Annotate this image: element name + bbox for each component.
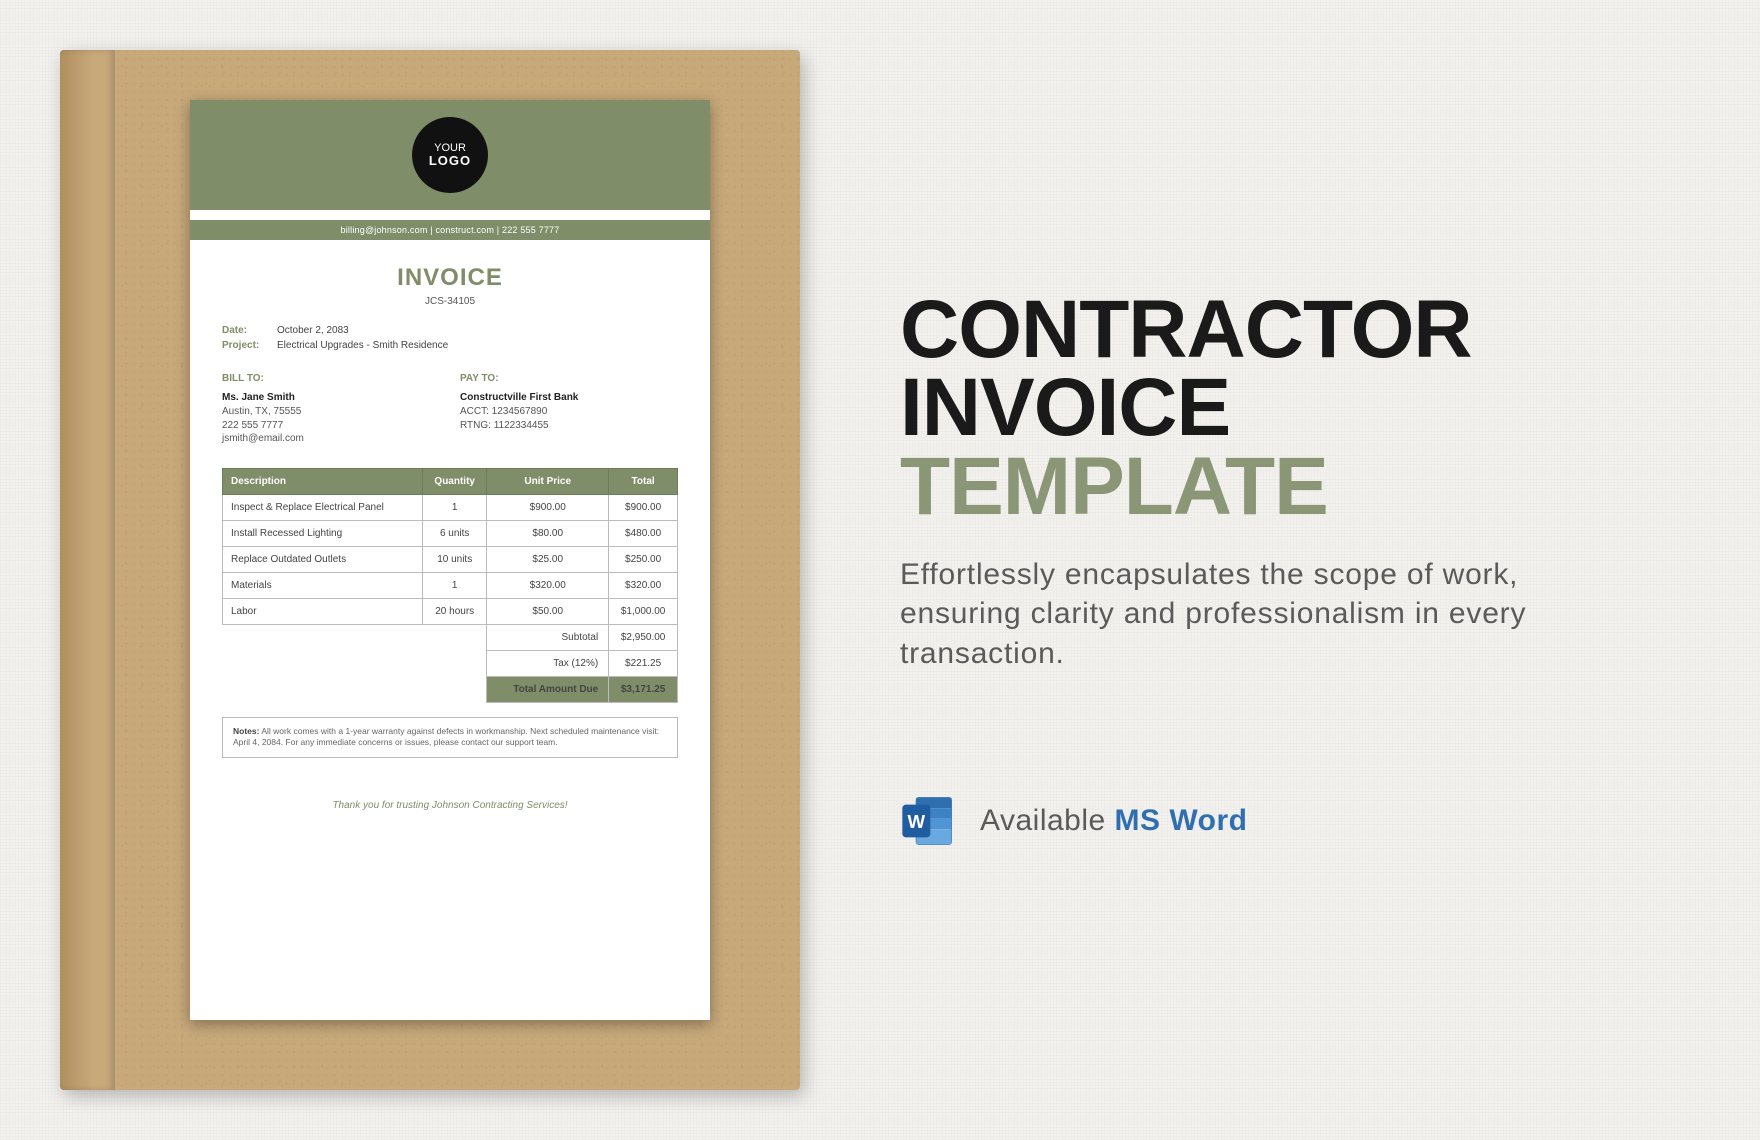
project-value: Electrical Upgrades - Smith Residence — [277, 340, 448, 351]
cell-price: $900.00 — [487, 494, 609, 520]
cell-price: $50.00 — [487, 598, 609, 624]
bill-to-email: jsmith@email.com — [222, 432, 440, 446]
cell-total: $320.00 — [609, 572, 678, 598]
date-value: October 2, 2083 — [277, 325, 349, 336]
logo-line2: LOGO — [429, 154, 471, 168]
cell-qty: 20 hours — [423, 598, 487, 624]
meta-date: Date: October 2, 2083 — [222, 325, 678, 336]
cell-desc: Materials — [223, 572, 423, 598]
col-quantity: Quantity — [423, 468, 487, 494]
invoice-header: YOUR LOGO — [190, 100, 710, 210]
headline-line3: TEMPLATE — [900, 441, 1328, 532]
ms-word-icon: W — [900, 793, 956, 849]
project-label: Project: — [222, 340, 277, 351]
contact-bar: billing@johnson.com | construct.com | 22… — [190, 220, 710, 240]
bill-to-phone: 222 555 7777 — [222, 419, 440, 433]
tax-row: Tax (12%) $221.25 — [223, 650, 678, 676]
cell-desc: Inspect & Replace Electrical Panel — [223, 494, 423, 520]
svg-text:W: W — [908, 811, 926, 832]
headline: CONTRACTOR INVOICE TEMPLATE — [900, 291, 1680, 527]
cell-qty: 1 — [423, 572, 487, 598]
cell-total: $900.00 — [609, 494, 678, 520]
subtotal-value: $2,950.00 — [609, 624, 678, 650]
availability-row: W Available MS Word — [900, 793, 1680, 849]
pay-to-rtng: RTNG: 1122334455 — [460, 419, 678, 433]
meta-project: Project: Electrical Upgrades - Smith Res… — [222, 340, 678, 351]
date-label: Date: — [222, 325, 277, 336]
invoice-page: YOUR LOGO billing@johnson.com | construc… — [190, 100, 710, 1020]
bill-to-title: BILL TO: — [222, 373, 440, 384]
pay-to: PAY TO: Constructville First Bank ACCT: … — [460, 373, 678, 446]
avail-prefix: Available — [980, 804, 1115, 837]
cell-price: $80.00 — [487, 520, 609, 546]
cell-qty: 10 units — [423, 546, 487, 572]
cell-total: $1,000.00 — [609, 598, 678, 624]
notes-label: Notes: — [233, 726, 259, 736]
folder-spine — [60, 50, 115, 1090]
col-total: Total — [609, 468, 678, 494]
thank-you-text: Thank you for trusting Johnson Contracti… — [222, 800, 678, 811]
headline-line2: INVOICE — [900, 362, 1230, 453]
header-separator — [190, 210, 710, 220]
cell-desc: Replace Outdated Outlets — [223, 546, 423, 572]
cell-qty: 6 units — [423, 520, 487, 546]
marketing-copy: CONTRACTOR INVOICE TEMPLATE Effortlessly… — [900, 291, 1680, 850]
cell-price: $25.00 — [487, 546, 609, 572]
col-price: Unit Price — [487, 468, 609, 494]
table-row: Install Recessed Lighting 6 units $80.00… — [223, 520, 678, 546]
subtotal-row: Subtotal $2,950.00 — [223, 624, 678, 650]
cell-total: $480.00 — [609, 520, 678, 546]
table-row: Replace Outdated Outlets 10 units $25.00… — [223, 546, 678, 572]
notes-text: All work comes with a 1-year warranty ag… — [233, 726, 659, 748]
cell-desc: Install Recessed Lighting — [223, 520, 423, 546]
invoice-number: JCS-34105 — [222, 296, 678, 307]
table-row: Inspect & Replace Electrical Panel 1 $90… — [223, 494, 678, 520]
subheadline: Effortlessly encapsulates the scope of w… — [900, 555, 1580, 674]
pay-to-title: PAY TO: — [460, 373, 678, 384]
notes-box: Notes: All work comes with a 1-year warr… — [222, 717, 678, 759]
bill-to: BILL TO: Ms. Jane Smith Austin, TX, 7555… — [222, 373, 440, 446]
invoice-body: INVOICE JCS-34105 Date: October 2, 2083 … — [190, 240, 710, 1020]
pay-to-name: Constructville First Bank — [460, 392, 678, 403]
line-items-table: Description Quantity Unit Price Total In… — [222, 468, 678, 703]
col-description: Description — [223, 468, 423, 494]
parties: BILL TO: Ms. Jane Smith Austin, TX, 7555… — [222, 373, 678, 446]
avail-product: MS Word — [1115, 804, 1248, 837]
template-preview-folder: YOUR LOGO billing@johnson.com | construc… — [60, 50, 800, 1090]
pay-to-acct: ACCT: 1234567890 — [460, 405, 678, 419]
cell-desc: Labor — [223, 598, 423, 624]
bill-to-name: Ms. Jane Smith — [222, 392, 440, 403]
subtotal-label: Subtotal — [487, 624, 609, 650]
table-row: Materials 1 $320.00 $320.00 — [223, 572, 678, 598]
table-header-row: Description Quantity Unit Price Total — [223, 468, 678, 494]
tax-label: Tax (12%) — [487, 650, 609, 676]
bill-to-addr: Austin, TX, 75555 — [222, 405, 440, 419]
tax-value: $221.25 — [609, 650, 678, 676]
availability-text: Available MS Word — [980, 804, 1247, 838]
logo-placeholder: YOUR LOGO — [412, 117, 488, 193]
cell-total: $250.00 — [609, 546, 678, 572]
table-row: Labor 20 hours $50.00 $1,000.00 — [223, 598, 678, 624]
total-due-row: Total Amount Due $3,171.25 — [223, 676, 678, 702]
invoice-title: INVOICE — [222, 264, 678, 292]
cell-qty: 1 — [423, 494, 487, 520]
total-label: Total Amount Due — [487, 676, 609, 702]
headline-line1: CONTRACTOR — [900, 284, 1472, 375]
total-value: $3,171.25 — [609, 676, 678, 702]
cell-price: $320.00 — [487, 572, 609, 598]
